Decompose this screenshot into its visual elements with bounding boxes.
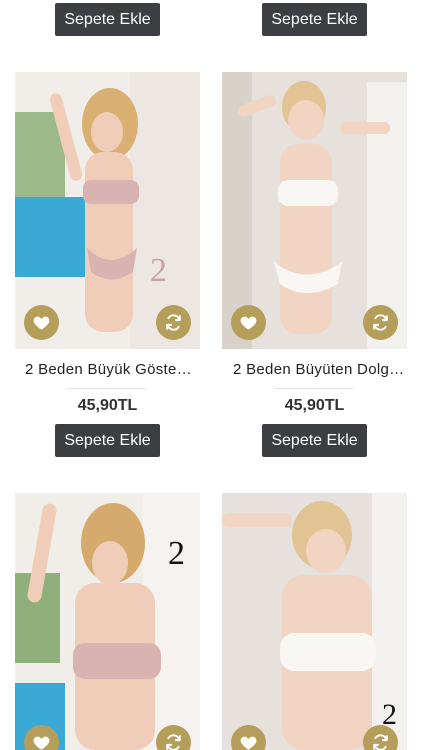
divider [67, 388, 147, 389]
product-name[interactable]: 2 Beden Büyüten Dolgu… [233, 361, 405, 378]
heart-icon [240, 736, 257, 750]
heart-icon [33, 316, 50, 330]
refresh-icon [166, 314, 181, 331]
compare-button[interactable] [156, 305, 191, 340]
favorite-button[interactable] [24, 305, 59, 340]
product-name[interactable]: 2 Beden Büyük Göstere… [25, 361, 195, 378]
add-to-cart-button[interactable]: Sepete Ekle [262, 3, 367, 36]
refresh-icon [373, 314, 388, 331]
product-badge-number: 2 [168, 535, 185, 572]
product-badge-number: 2 [150, 252, 167, 289]
add-to-cart-button[interactable]: Sepete Ekle [262, 424, 367, 457]
compare-button[interactable] [363, 305, 398, 340]
product-image[interactable]: 2 [15, 493, 200, 750]
add-to-cart-button[interactable]: Sepete Ekle [55, 424, 160, 457]
product-photo [222, 493, 407, 750]
product-image[interactable] [222, 72, 407, 349]
favorite-button[interactable] [231, 305, 266, 340]
add-to-cart-button[interactable]: Sepete Ekle [55, 3, 160, 36]
heart-icon [33, 736, 50, 750]
divider [274, 388, 354, 389]
refresh-icon [166, 734, 181, 750]
heart-icon [240, 316, 257, 330]
product-price: 45,90TL [284, 397, 345, 414]
product-image[interactable]: 2 [15, 72, 200, 349]
product-photo [15, 493, 200, 750]
product-price: 45,90TL [77, 397, 138, 414]
refresh-icon [373, 734, 388, 750]
product-image[interactable]: 2 [222, 493, 407, 750]
